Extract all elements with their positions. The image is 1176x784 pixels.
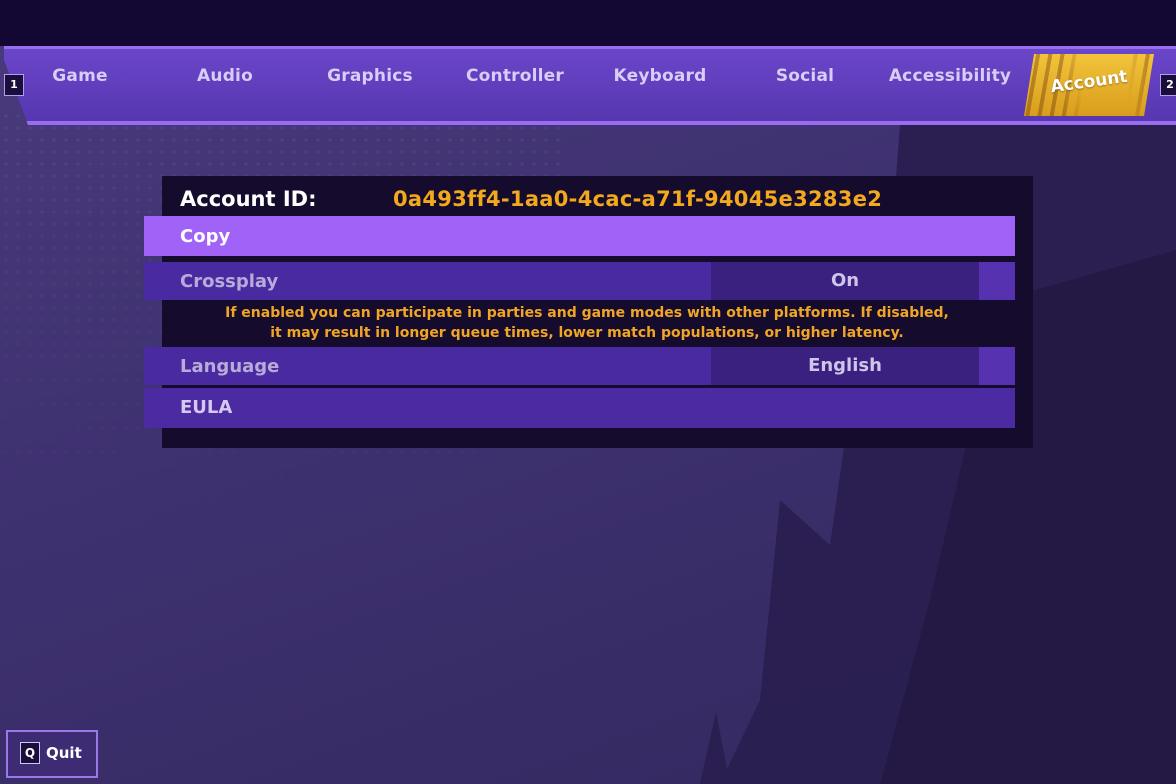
account-id-value: 0a493ff4-1aa0-4cac-a71f-94045e3283e2	[393, 187, 883, 211]
next-tab-key-hint[interactable]: 2	[1160, 74, 1176, 96]
language-row-endcap	[979, 347, 1015, 385]
language-setting-row[interactable]: Language English	[144, 347, 1015, 385]
tab-audio[interactable]: Audio	[155, 66, 295, 86]
tab-bar: 1 Game Audio Graphics Controller Keyboar…	[0, 44, 1176, 125]
quit-key-hint: Q	[20, 742, 40, 764]
tab-game[interactable]: Game	[10, 66, 150, 86]
copy-button-label: Copy	[180, 226, 231, 247]
tab-social[interactable]: Social	[735, 66, 875, 86]
language-value[interactable]: English	[711, 347, 979, 385]
crossplay-description-line1: If enabled you can participate in partie…	[225, 305, 949, 321]
crossplay-value[interactable]: On	[711, 262, 979, 300]
tab-account[interactable]: Account	[1024, 54, 1154, 116]
tab-accessibility[interactable]: Accessibility	[880, 66, 1020, 86]
settings-screen: 1 Game Audio Graphics Controller Keyboar…	[0, 0, 1176, 784]
crossplay-label: Crossplay	[180, 271, 279, 292]
tab-graphics[interactable]: Graphics	[300, 66, 440, 86]
crossplay-description: If enabled you can participate in partie…	[162, 303, 1012, 343]
crossplay-description-line2: it may result in longer queue times, low…	[270, 325, 904, 341]
language-label: Language	[180, 356, 280, 377]
copy-button[interactable]: Copy	[144, 216, 1015, 256]
account-id-label: Account ID:	[180, 187, 317, 211]
crossplay-setting-row[interactable]: Crossplay On	[144, 262, 1015, 300]
crossplay-row-endcap	[979, 262, 1015, 300]
quit-label: Quit	[46, 744, 82, 762]
eula-label: EULA	[180, 397, 233, 418]
eula-button[interactable]: EULA	[144, 388, 1015, 428]
tab-controller[interactable]: Controller	[445, 66, 585, 86]
tab-keyboard[interactable]: Keyboard	[590, 66, 730, 86]
quit-button[interactable]: Q Quit	[6, 730, 98, 778]
